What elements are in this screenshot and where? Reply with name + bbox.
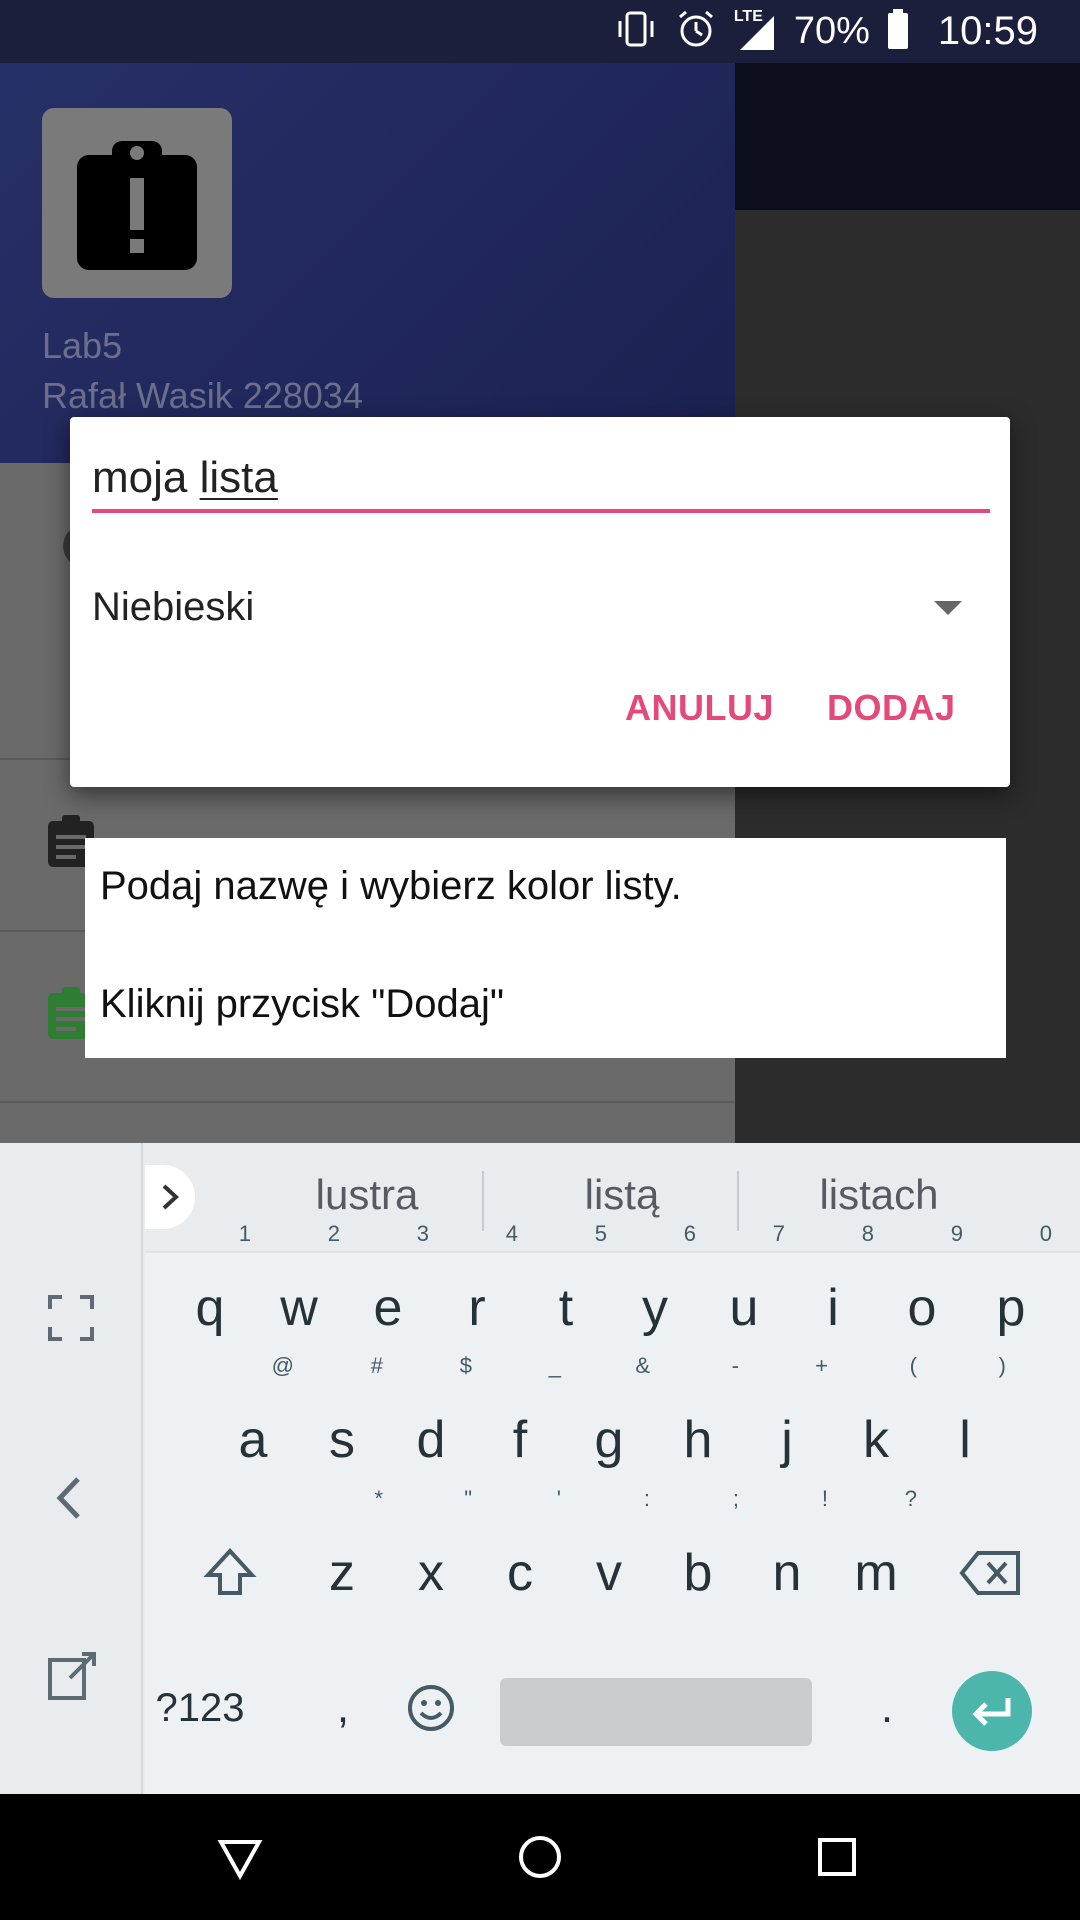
key[interactable]: i8: [788, 1223, 878, 1363]
add-button[interactable]: DODAJ: [827, 687, 956, 729]
key[interactable]: w2: [254, 1223, 344, 1363]
hint-line-1: Podaj nazwę i wybierz kolor listy.: [100, 864, 682, 908]
back-triangle-icon[interactable]: [215, 1832, 265, 1882]
emoji-key[interactable]: [386, 1653, 476, 1763]
backspace-key[interactable]: [945, 1518, 1035, 1628]
key[interactable]: n!: [742, 1488, 832, 1628]
suggestion-1[interactable]: lustra: [237, 1171, 497, 1219]
soft-keyboard: lustra listą listach q1 w2 e3 r4 t5 y6 u…: [0, 1143, 1080, 1794]
network-type: LTE: [733, 7, 763, 25]
status-icons: LTE 70% 10:59: [614, 0, 1038, 63]
list-name-word1: moja: [92, 453, 188, 502]
recents-square-icon[interactable]: [812, 1832, 862, 1882]
color-selected-value: Niebieski: [92, 584, 255, 629]
key[interactable]: k(: [831, 1355, 921, 1495]
key[interactable]: c ': [475, 1488, 565, 1628]
cancel-button[interactable]: ANULUJ: [625, 687, 774, 729]
key[interactable]: v:: [564, 1488, 654, 1628]
hint-line-2: Kliknij przycisk "Dodaj": [100, 982, 505, 1026]
clock: 10:59: [937, 9, 1038, 53]
shift-key[interactable]: [185, 1518, 275, 1628]
key[interactable]: y6: [610, 1223, 700, 1363]
enter-key[interactable]: [952, 1671, 1032, 1751]
keyboard-side-panel: [0, 1143, 143, 1794]
suggest-expand-button[interactable]: [145, 1165, 195, 1229]
key[interactable]: r4: [432, 1223, 522, 1363]
key[interactable]: d $: [386, 1355, 476, 1495]
key[interactable]: j +: [742, 1355, 832, 1495]
shift-icon: [203, 1548, 257, 1595]
drawer-author: Rafał Wasik 228034: [42, 375, 363, 416]
key[interactable]: g &: [564, 1355, 654, 1495]
key[interactable]: q1: [165, 1223, 255, 1363]
key[interactable]: p0: [966, 1223, 1056, 1363]
key[interactable]: b;: [653, 1488, 743, 1628]
symbols-key[interactable]: ?123: [145, 1653, 255, 1763]
suggestion-separator: [482, 1171, 484, 1231]
enter-icon: [972, 1698, 1011, 1726]
battery-percent: 70%: [793, 10, 870, 52]
period-key[interactable]: .: [842, 1653, 932, 1763]
float-keyboard-icon[interactable]: [46, 1648, 100, 1702]
key[interactable]: u7: [699, 1223, 789, 1363]
key[interactable]: a @: [208, 1355, 298, 1495]
keys-area: q1 w2 e3 r4 t5 y6 u7 i8 o9 p0 a @ s # d $ f…: [145, 1223, 1080, 1794]
status-bar: LTE 70% 10:59: [0, 0, 1080, 63]
dropdown-arrow-icon: [934, 601, 962, 615]
key[interactable]: z *: [297, 1488, 387, 1628]
drawer-app-name: Lab5: [42, 325, 123, 366]
battery-icon: [886, 7, 910, 56]
key[interactable]: s #: [297, 1355, 387, 1495]
suggestion-strip: lustra listą listach: [145, 1143, 1080, 1253]
app-logo: [42, 108, 232, 298]
suggestion-2[interactable]: listą: [492, 1171, 752, 1219]
drawer-header: Lab5 Rafał Wasik 228034: [0, 63, 735, 463]
key[interactable]: x ": [386, 1488, 476, 1628]
navigation-bar: [0, 1794, 1080, 1920]
color-spinner[interactable]: Niebieski: [92, 567, 990, 647]
fullscreen-icon[interactable]: [46, 1293, 96, 1343]
clipboard-alert-icon: [77, 141, 197, 270]
vibrate-icon: [614, 7, 658, 56]
key[interactable]: t5: [521, 1223, 611, 1363]
suggestion-3[interactable]: listach: [749, 1171, 1009, 1219]
key[interactable]: o9: [877, 1223, 967, 1363]
backspace-icon: [959, 1551, 1020, 1595]
chevron-right-icon: [162, 1184, 179, 1210]
key[interactable]: e3: [343, 1223, 433, 1363]
lte-signal-icon: LTE: [733, 7, 778, 54]
list-name-word2: lista: [199, 453, 278, 502]
space-key[interactable]: [500, 1678, 812, 1746]
emoji-icon: [408, 1685, 454, 1731]
key[interactable]: m?: [831, 1488, 921, 1628]
key[interactable]: l): [920, 1355, 1010, 1495]
home-circle-icon[interactable]: [515, 1832, 565, 1882]
app-toolbar: [735, 63, 1080, 210]
suggestion-separator: [737, 1171, 739, 1231]
alarm-icon: [674, 7, 718, 56]
list-name-input[interactable]: moja lista: [92, 453, 990, 513]
add-list-dialog: moja lista Niebieski ANULUJ DODAJ: [70, 417, 1010, 787]
key[interactable]: h-: [653, 1355, 743, 1495]
back-arrow-icon[interactable]: [46, 1473, 96, 1523]
comma-key[interactable]: ,: [298, 1653, 388, 1763]
hint-tooltip: Podaj nazwę i wybierz kolor listy. Klikn…: [85, 838, 1006, 1058]
key[interactable]: f _: [475, 1355, 565, 1495]
